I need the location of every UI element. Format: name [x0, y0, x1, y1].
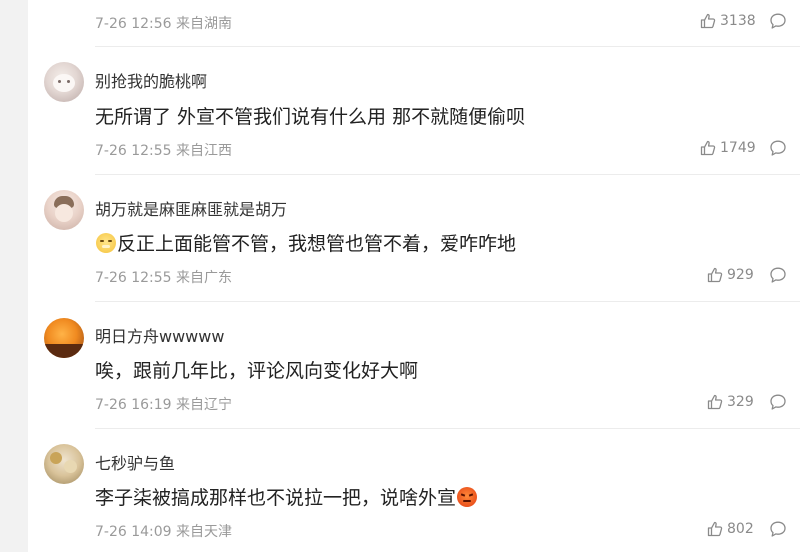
username[interactable]: 明日方舟wwwww: [95, 323, 224, 347]
comment-time: 7-26 14:09: [95, 524, 172, 540]
avatar[interactable]: [44, 318, 84, 358]
comment-time: 7-26 16:19: [95, 397, 172, 413]
divider: [95, 174, 800, 175]
comment-meta: 7-26 16:19 来自辽宁: [95, 394, 232, 414]
avatar[interactable]: [44, 62, 84, 102]
like-count: 329: [727, 394, 754, 410]
comment-meta: 7-26 12:56 来自湖南: [95, 13, 232, 33]
comment-text: 李子柒被搞成那样也不说拉一把，说啥外宣: [95, 483, 478, 510]
comment-location: 来自天津: [176, 524, 233, 540]
comment-text: 反正上面能管不管，我想管也管不着，爱咋咋地: [95, 229, 516, 256]
reply-bubble-icon[interactable]: [769, 393, 787, 411]
thumbs-up-icon: [700, 13, 716, 29]
like-button[interactable]: 1749: [700, 140, 756, 156]
comment-meta: 7-26 12:55 来自江西: [95, 140, 232, 160]
like-count: 1749: [720, 140, 756, 156]
username[interactable]: 胡万就是麻匪麻匪就是胡万: [95, 196, 287, 220]
doge-face-icon: [96, 232, 116, 253]
avatar[interactable]: [44, 444, 84, 484]
reply-bubble-icon[interactable]: [769, 12, 787, 30]
username[interactable]: 别抢我的脆桃啊: [95, 68, 207, 92]
reply-bubble-icon[interactable]: [769, 139, 787, 157]
comment-time: 7-26 12:56: [95, 16, 172, 32]
comment-meta: 7-26 14:09 来自天津: [95, 521, 232, 541]
comment-text-content: 反正上面能管不管，我想管也管不着，爱咋咋地: [117, 233, 517, 255]
like-count: 929: [727, 267, 754, 283]
divider: [95, 301, 800, 302]
comment-meta: 7-26 12:55 来自广东: [95, 267, 232, 287]
comment-location: 来自湖南: [176, 16, 233, 32]
username[interactable]: 七秒驴与鱼: [95, 450, 175, 474]
thumbs-up-icon: [707, 267, 723, 283]
comment-text-content: 李子柒被搞成那样也不说拉一把，说啥外宣: [95, 487, 457, 509]
thumbs-up-icon: [707, 521, 723, 537]
divider: [95, 46, 800, 47]
thumbs-up-icon: [700, 140, 716, 156]
comment-location: 来自江西: [176, 143, 233, 159]
comment-location: 来自辽宁: [176, 397, 233, 413]
divider: [95, 428, 800, 429]
comment-location: 来自广东: [176, 270, 233, 286]
reply-bubble-icon[interactable]: [769, 266, 787, 284]
comment-text: 无所谓了 外宣不管我们说有什么用 那不就随便偷呗: [95, 106, 526, 128]
avatar[interactable]: [44, 190, 84, 230]
thumbs-up-icon: [707, 394, 723, 410]
comment-list: 7-26 12:56 来自湖南 3138 别抢我的脆桃啊 无所谓了 外宣不管我们…: [28, 0, 800, 552]
like-button[interactable]: 802: [707, 521, 754, 537]
comment-text: 唉，跟前几年比，评论风向变化好大啊: [95, 360, 419, 382]
comment-time: 7-26 12:55: [95, 270, 172, 286]
comment-time: 7-26 12:55: [95, 143, 172, 159]
like-button[interactable]: 929: [707, 267, 754, 283]
like-count: 3138: [720, 13, 756, 29]
angry-face-icon: [457, 486, 478, 507]
like-count: 802: [727, 521, 754, 537]
like-button[interactable]: 3138: [700, 13, 756, 29]
reply-bubble-icon[interactable]: [769, 520, 787, 538]
like-button[interactable]: 329: [707, 394, 754, 410]
